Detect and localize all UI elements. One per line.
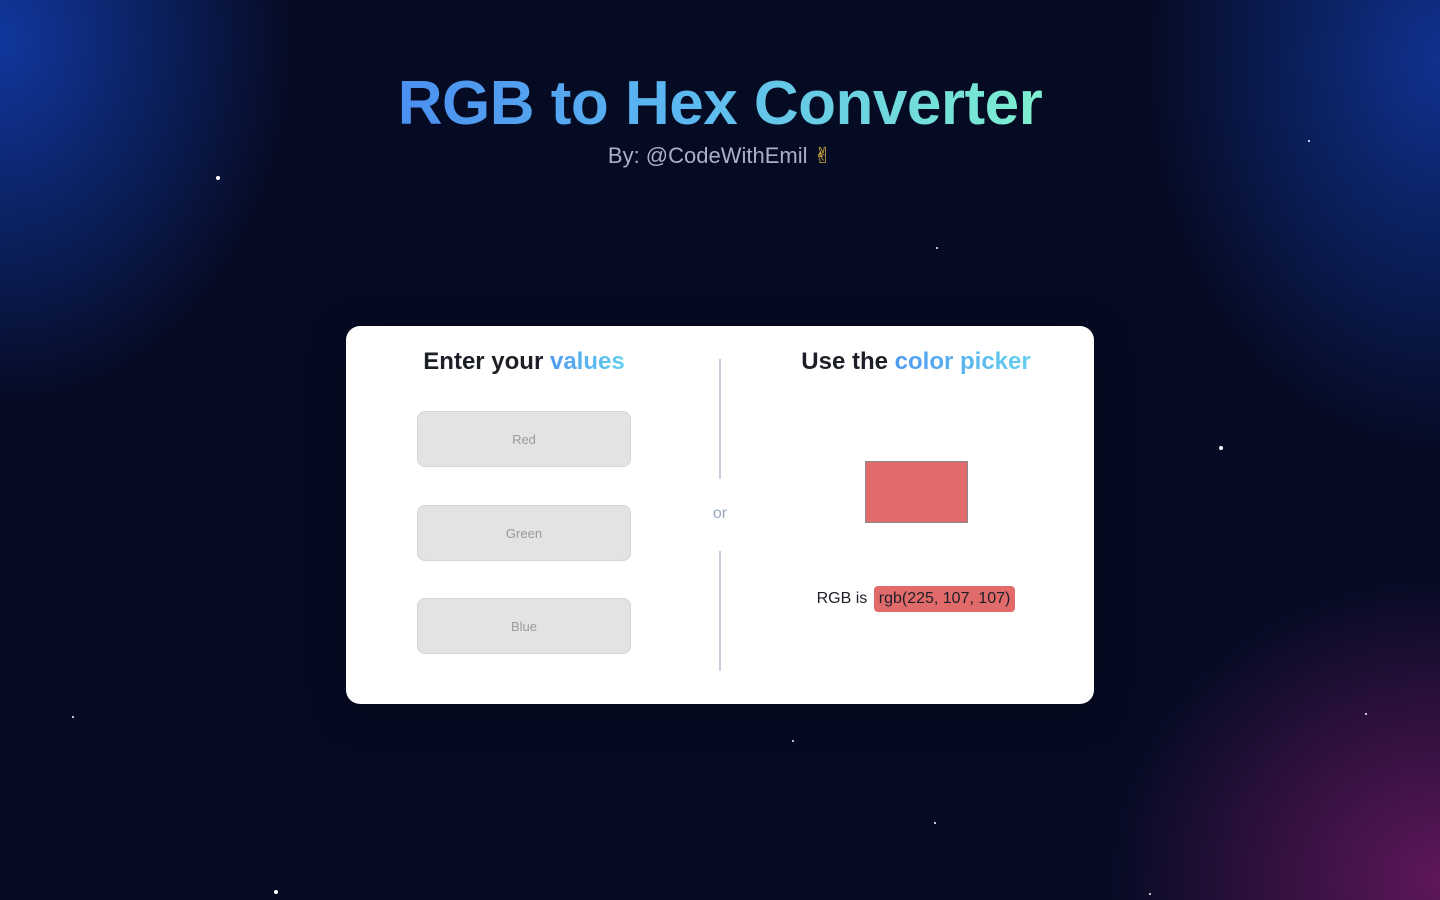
star	[1149, 893, 1151, 895]
or-separator: or	[712, 505, 728, 522]
red-input[interactable]	[417, 411, 631, 467]
star	[72, 716, 74, 718]
victory-hand-icon: ✌	[813, 143, 833, 168]
rgb-result-value: rgb(225, 107, 107)	[873, 586, 1016, 612]
rgb-result: RGB is rgb(225, 107, 107)	[738, 586, 1094, 612]
rgb-result-label: RGB is	[816, 590, 868, 607]
color-picker-heading-prefix: Use the	[801, 348, 888, 375]
page-title: RGB to Hex Converter	[397, 69, 1043, 138]
values-heading-prefix: Enter your	[423, 348, 544, 375]
divider-line-bottom	[719, 551, 721, 671]
color-picker-swatch[interactable]	[865, 461, 968, 523]
color-picker-heading-highlight: color picker	[894, 348, 1031, 375]
star	[216, 176, 220, 180]
star	[792, 740, 794, 742]
converter-card: Enter your values or Use the color picke…	[346, 326, 1094, 704]
star	[1219, 446, 1223, 450]
star	[934, 822, 936, 824]
page-header: RGB to Hex Converter By: @CodeWithEmil ✌	[0, 68, 1440, 169]
byline-text: By: @CodeWithEmil	[607, 143, 808, 168]
divider-line-top	[719, 359, 721, 479]
color-picker-heading: Use the color picker	[738, 348, 1094, 376]
author-byline: By: @CodeWithEmil ✌	[0, 143, 1440, 169]
values-heading: Enter your values	[346, 348, 702, 376]
star	[274, 890, 278, 894]
star	[1365, 713, 1367, 715]
star	[936, 247, 938, 249]
blue-input[interactable]	[417, 598, 631, 654]
values-heading-highlight: values	[549, 348, 625, 375]
values-panel: Enter your values	[346, 326, 702, 704]
color-picker-panel: Use the color picker RGB is rgb(225, 107…	[738, 326, 1094, 704]
green-input[interactable]	[417, 505, 631, 561]
